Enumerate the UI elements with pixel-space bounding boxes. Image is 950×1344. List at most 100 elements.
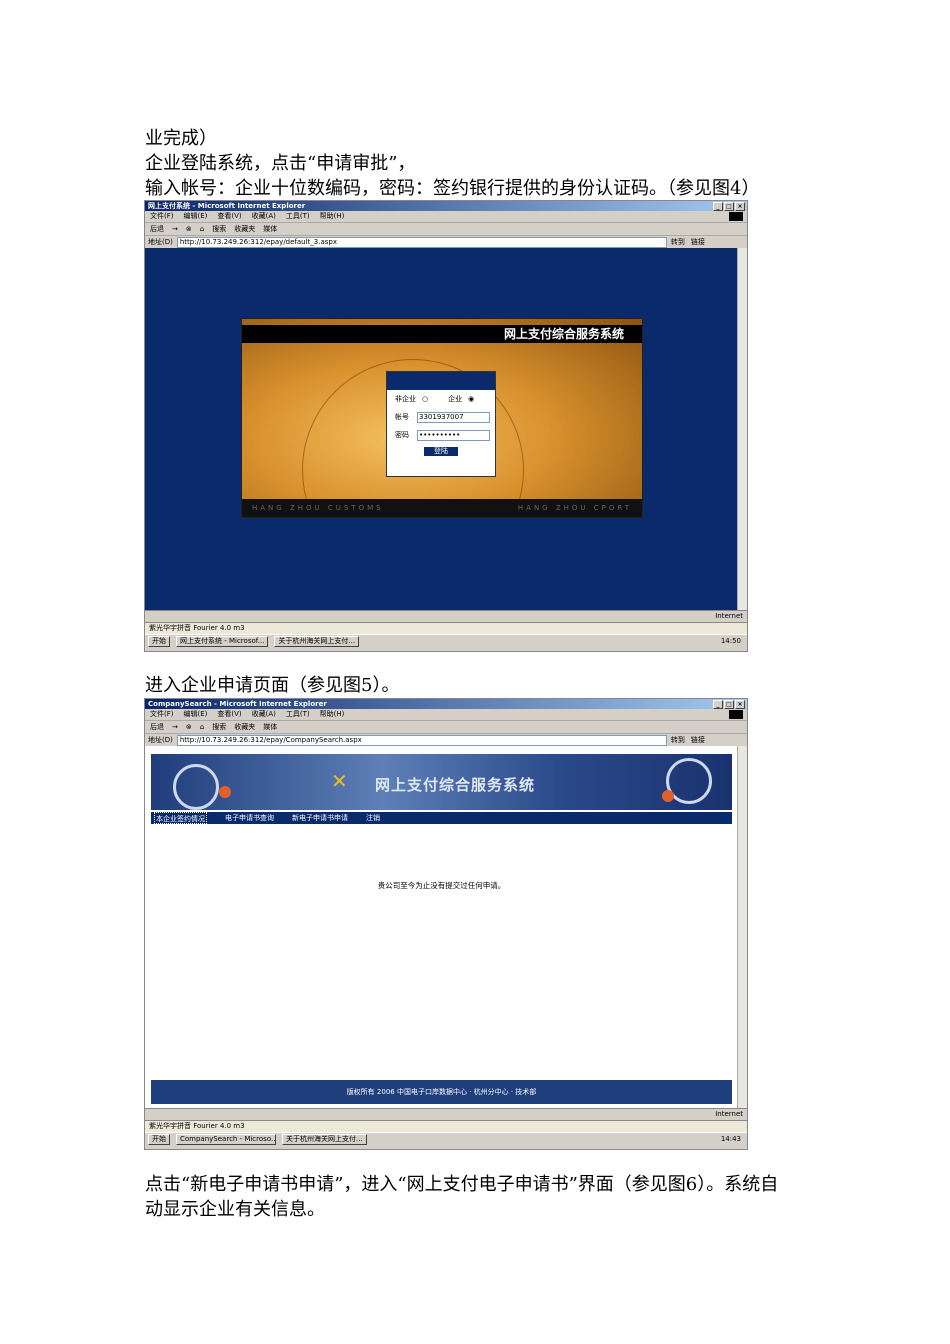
menu-view[interactable]: 查看(V) (217, 709, 241, 720)
page-viewport: 网上支付综合服务系统 非企业 ○ 企业 ◉ 帐号 3301937007 密码 •… (145, 248, 747, 610)
address-bar: 地址(D) http://10.73.249.26:312/epay/defau… (145, 236, 747, 248)
login-footer-bar: HANG ZHOU CUSTOMS HANG ZHOU CPORT (242, 499, 642, 517)
address-bar: 地址(D) http://10.73.249.26:312/epay/Compa… (145, 734, 747, 746)
address-input[interactable]: http://10.73.249.26:312/epay/CompanySear… (176, 734, 667, 746)
doc-line-4: 进入企业申请页面（参见图5）。 (145, 675, 400, 696)
media-button[interactable]: 媒体 (263, 721, 277, 733)
maximize-button[interactable]: □ (724, 700, 734, 709)
radio-non-enterprise[interactable]: ○ (422, 395, 428, 403)
links-button[interactable]: 链接 (691, 734, 705, 746)
go-button[interactable]: 转到 (671, 734, 685, 746)
taskbar-clock: 14:50 (720, 637, 741, 645)
toolbar: 后退 → ⊗ ⌂ 搜索 收藏夹 媒体 (145, 721, 747, 734)
menu-edit[interactable]: 编辑(E) (184, 211, 208, 222)
status-zone: Internet (715, 1110, 743, 1118)
close-button[interactable]: × (735, 700, 745, 709)
login-card: 网上支付综合服务系统 非企业 ○ 企业 ◉ 帐号 3301937007 密码 •… (241, 318, 643, 518)
login-banner-title: 网上支付综合服务系统 (242, 325, 642, 343)
nav-item-logout[interactable]: 注销 (366, 812, 380, 824)
address-label: 地址(D) (148, 736, 173, 744)
menu-favorites[interactable]: 收藏(A) (252, 211, 276, 222)
doc-line-6: 动显示企业有关信息。 (145, 1199, 325, 1220)
nav-item-contract-status[interactable]: 本企业签约情况 (154, 812, 207, 824)
company-search-page: ✕ 网上支付综合服务系统 本企业签约情况 电子申请书查询 新电子申请书申请 注销… (145, 746, 738, 1108)
account-input[interactable]: 3301937007 (417, 411, 490, 423)
nav-item-new-application[interactable]: 新电子申请书申请 (292, 812, 348, 824)
status-bar: Internet (145, 610, 747, 622)
customs-emblem-icon: ✕ (331, 769, 348, 793)
search-button[interactable]: 搜索 (212, 223, 226, 235)
menu-tools[interactable]: 工具(T) (286, 709, 310, 720)
links-button[interactable]: 链接 (691, 236, 705, 248)
empty-message: 贵公司至今为止没有提交过任何申请。 (377, 881, 506, 890)
forward-button[interactable]: → (172, 721, 178, 733)
login-button[interactable]: 登陆 (424, 447, 458, 456)
start-button[interactable]: 开始 (148, 635, 170, 647)
ie-window-login: 网上支付系统 - Microsoft Internet Explorer _ □… (144, 200, 748, 652)
address-input[interactable]: http://10.73.249.26:312/epay/default_3.a… (176, 236, 667, 248)
taskbar: 开始 CompanySearch - Microso... 关于杭州海关网上支付… (145, 1132, 747, 1145)
footer-left-text: HANG ZHOU CUSTOMS (252, 504, 384, 512)
minimize-button[interactable]: _ (713, 202, 723, 211)
menu-tools[interactable]: 工具(T) (286, 211, 310, 222)
favorites-button[interactable]: 收藏夹 (234, 223, 255, 235)
minimize-button[interactable]: _ (713, 700, 723, 709)
ime-bar[interactable]: 紫光华宇拼音 Fourier 4.0 m3 (145, 1120, 747, 1132)
logo-ring-icon (173, 764, 219, 810)
password-input[interactable]: •••••••••• (417, 429, 490, 441)
radio-enterprise[interactable]: ◉ (468, 395, 474, 403)
status-zone: Internet (715, 612, 743, 620)
radio-enterprise-label: 企业 (448, 395, 463, 403)
window-title: CompanySearch - Microsoft Internet Explo… (148, 700, 327, 708)
doc-line-2: 企业登陆系统，点击“申请审批”， (145, 153, 416, 174)
window-title-bar: CompanySearch - Microsoft Internet Explo… (145, 699, 747, 709)
menu-view[interactable]: 查看(V) (217, 211, 241, 222)
taskbar: 开始 网上支付系统 - Microsof... 关于杭州海关网上支付... 14… (145, 634, 747, 647)
login-form: 非企业 ○ 企业 ◉ 帐号 3301937007 密码 •••••••••• 登… (386, 371, 496, 477)
page-viewport: ✕ 网上支付综合服务系统 本企业签约情况 电子申请书查询 新电子申请书申请 注销… (145, 746, 747, 1108)
forward-button[interactable]: → (172, 223, 178, 235)
menu-bar: 文件(F) 编辑(E) 查看(V) 收藏(A) 工具(T) 帮助(H) (145, 211, 747, 223)
address-label: 地址(D) (148, 238, 173, 246)
back-button[interactable]: 后退 (150, 721, 164, 733)
maximize-button[interactable]: □ (724, 202, 734, 211)
orb-icon (662, 790, 674, 802)
menu-help[interactable]: 帮助(H) (320, 709, 345, 720)
vertical-scrollbar[interactable] (737, 248, 747, 610)
doc-line-5: 点击“新电子申请书申请”，进入“网上支付电子申请书”界面（参见图6）。系统自 (145, 1174, 779, 1195)
nav-item-application-query[interactable]: 电子申请书查询 (225, 812, 274, 824)
favorites-button[interactable]: 收藏夹 (234, 721, 255, 733)
menu-file[interactable]: 文件(F) (150, 709, 174, 720)
taskbar-item-ie[interactable]: 网上支付系统 - Microsof... (176, 635, 269, 647)
vertical-scrollbar[interactable] (737, 746, 747, 1108)
taskbar-item-doc[interactable]: 关于杭州海关网上支付... (282, 1133, 367, 1145)
home-button[interactable]: ⌂ (200, 223, 204, 235)
page-footer: 版权所有 2006 中国电子口岸数据中心 · 杭州分中心 · 技术部 (151, 1080, 732, 1104)
start-button[interactable]: 开始 (148, 1133, 170, 1145)
stop-button[interactable]: ⊗ (186, 223, 192, 235)
menu-bar: 文件(F) 编辑(E) 查看(V) 收藏(A) 工具(T) 帮助(H) (145, 709, 747, 721)
go-button[interactable]: 转到 (671, 236, 685, 248)
ime-bar[interactable]: 紫光华宇拼音 Fourier 4.0 m3 (145, 622, 747, 634)
menu-help[interactable]: 帮助(H) (320, 211, 345, 222)
media-button[interactable]: 媒体 (263, 223, 277, 235)
banner-title: 网上支付综合服务系统 (375, 776, 536, 794)
windows-logo-icon (729, 710, 743, 719)
menu-edit[interactable]: 编辑(E) (184, 709, 208, 720)
search-button[interactable]: 搜索 (212, 721, 226, 733)
nav-bar: 本企业签约情况 电子申请书查询 新电子申请书申请 注销 (151, 812, 732, 824)
toolbar: 后退 → ⊗ ⌂ 搜索 收藏夹 媒体 (145, 223, 747, 236)
taskbar-item-doc[interactable]: 关于杭州海关网上支付... (274, 635, 360, 647)
doc-line-3: 输入帐号：企业十位数编码，密码：签约银行提供的身份认证码。（参见图4） (145, 178, 760, 199)
menu-favorites[interactable]: 收藏(A) (252, 709, 276, 720)
home-button[interactable]: ⌂ (200, 721, 204, 733)
menu-file[interactable]: 文件(F) (150, 211, 174, 222)
taskbar-clock: 14:43 (720, 1135, 741, 1143)
taskbar-item-ie[interactable]: CompanySearch - Microso... (176, 1133, 276, 1145)
close-button[interactable]: × (735, 202, 745, 211)
windows-logo-icon (729, 212, 743, 221)
stop-button[interactable]: ⊗ (186, 721, 192, 733)
footer-right-text: HANG ZHOU CPORT (517, 504, 632, 512)
window-title: 网上支付系统 - Microsoft Internet Explorer (148, 202, 306, 210)
back-button[interactable]: 后退 (150, 223, 164, 235)
